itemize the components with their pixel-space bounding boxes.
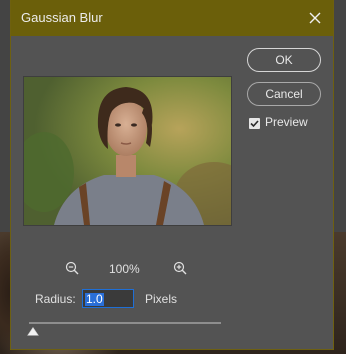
dialog-title: Gaussian Blur <box>21 10 103 25</box>
ok-button[interactable]: OK <box>247 48 321 72</box>
radius-unit-label: Pixels <box>145 292 178 306</box>
radius-input[interactable]: 1.0 <box>82 289 134 308</box>
blur-preview-image[interactable] <box>23 76 232 226</box>
cancel-button[interactable]: Cancel <box>247 82 321 106</box>
dialog-titlebar[interactable]: Gaussian Blur <box>11 0 333 36</box>
zoom-in-icon[interactable] <box>173 261 187 280</box>
gaussian-blur-dialog: Gaussian Blur OK Cancel Preview 100% Rad… <box>10 0 334 350</box>
preview-checkbox[interactable] <box>249 118 260 129</box>
checkmark-icon <box>250 120 259 128</box>
radius-slider-thumb[interactable] <box>26 323 39 341</box>
close-icon[interactable] <box>305 8 325 28</box>
radius-label: Radius: <box>35 292 76 306</box>
radius-value: 1.0 <box>85 292 104 306</box>
radius-slider-track[interactable] <box>29 322 221 324</box>
zoom-out-icon[interactable] <box>65 261 79 280</box>
zoom-level: 100% <box>109 262 140 276</box>
preview-label: Preview <box>265 115 308 129</box>
